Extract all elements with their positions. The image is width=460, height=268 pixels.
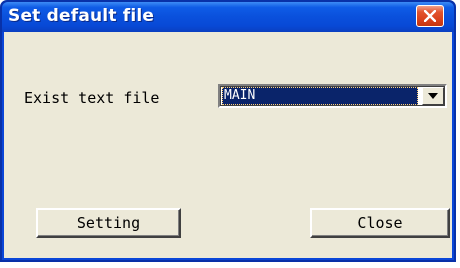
text-file-selected-value[interactable]: MAIN — [222, 87, 418, 105]
close-icon — [424, 10, 436, 22]
setting-button[interactable]: Setting — [36, 208, 181, 238]
dropdown-button[interactable] — [422, 87, 444, 105]
exist-text-file-label: Exist text file — [24, 89, 160, 107]
text-file-dropdown[interactable]: MAIN — [218, 84, 447, 108]
window-title: Set default file — [8, 6, 155, 26]
close-window-button[interactable] — [416, 5, 444, 27]
title-bar[interactable]: Set default file — [2, 2, 454, 32]
chevron-down-icon — [428, 93, 438, 99]
dialog-body: Exist text file MAIN Setting Close — [4, 32, 452, 258]
dialog-window: Set default file Exist text file MAIN Se… — [0, 0, 456, 262]
close-button[interactable]: Close — [310, 208, 450, 238]
